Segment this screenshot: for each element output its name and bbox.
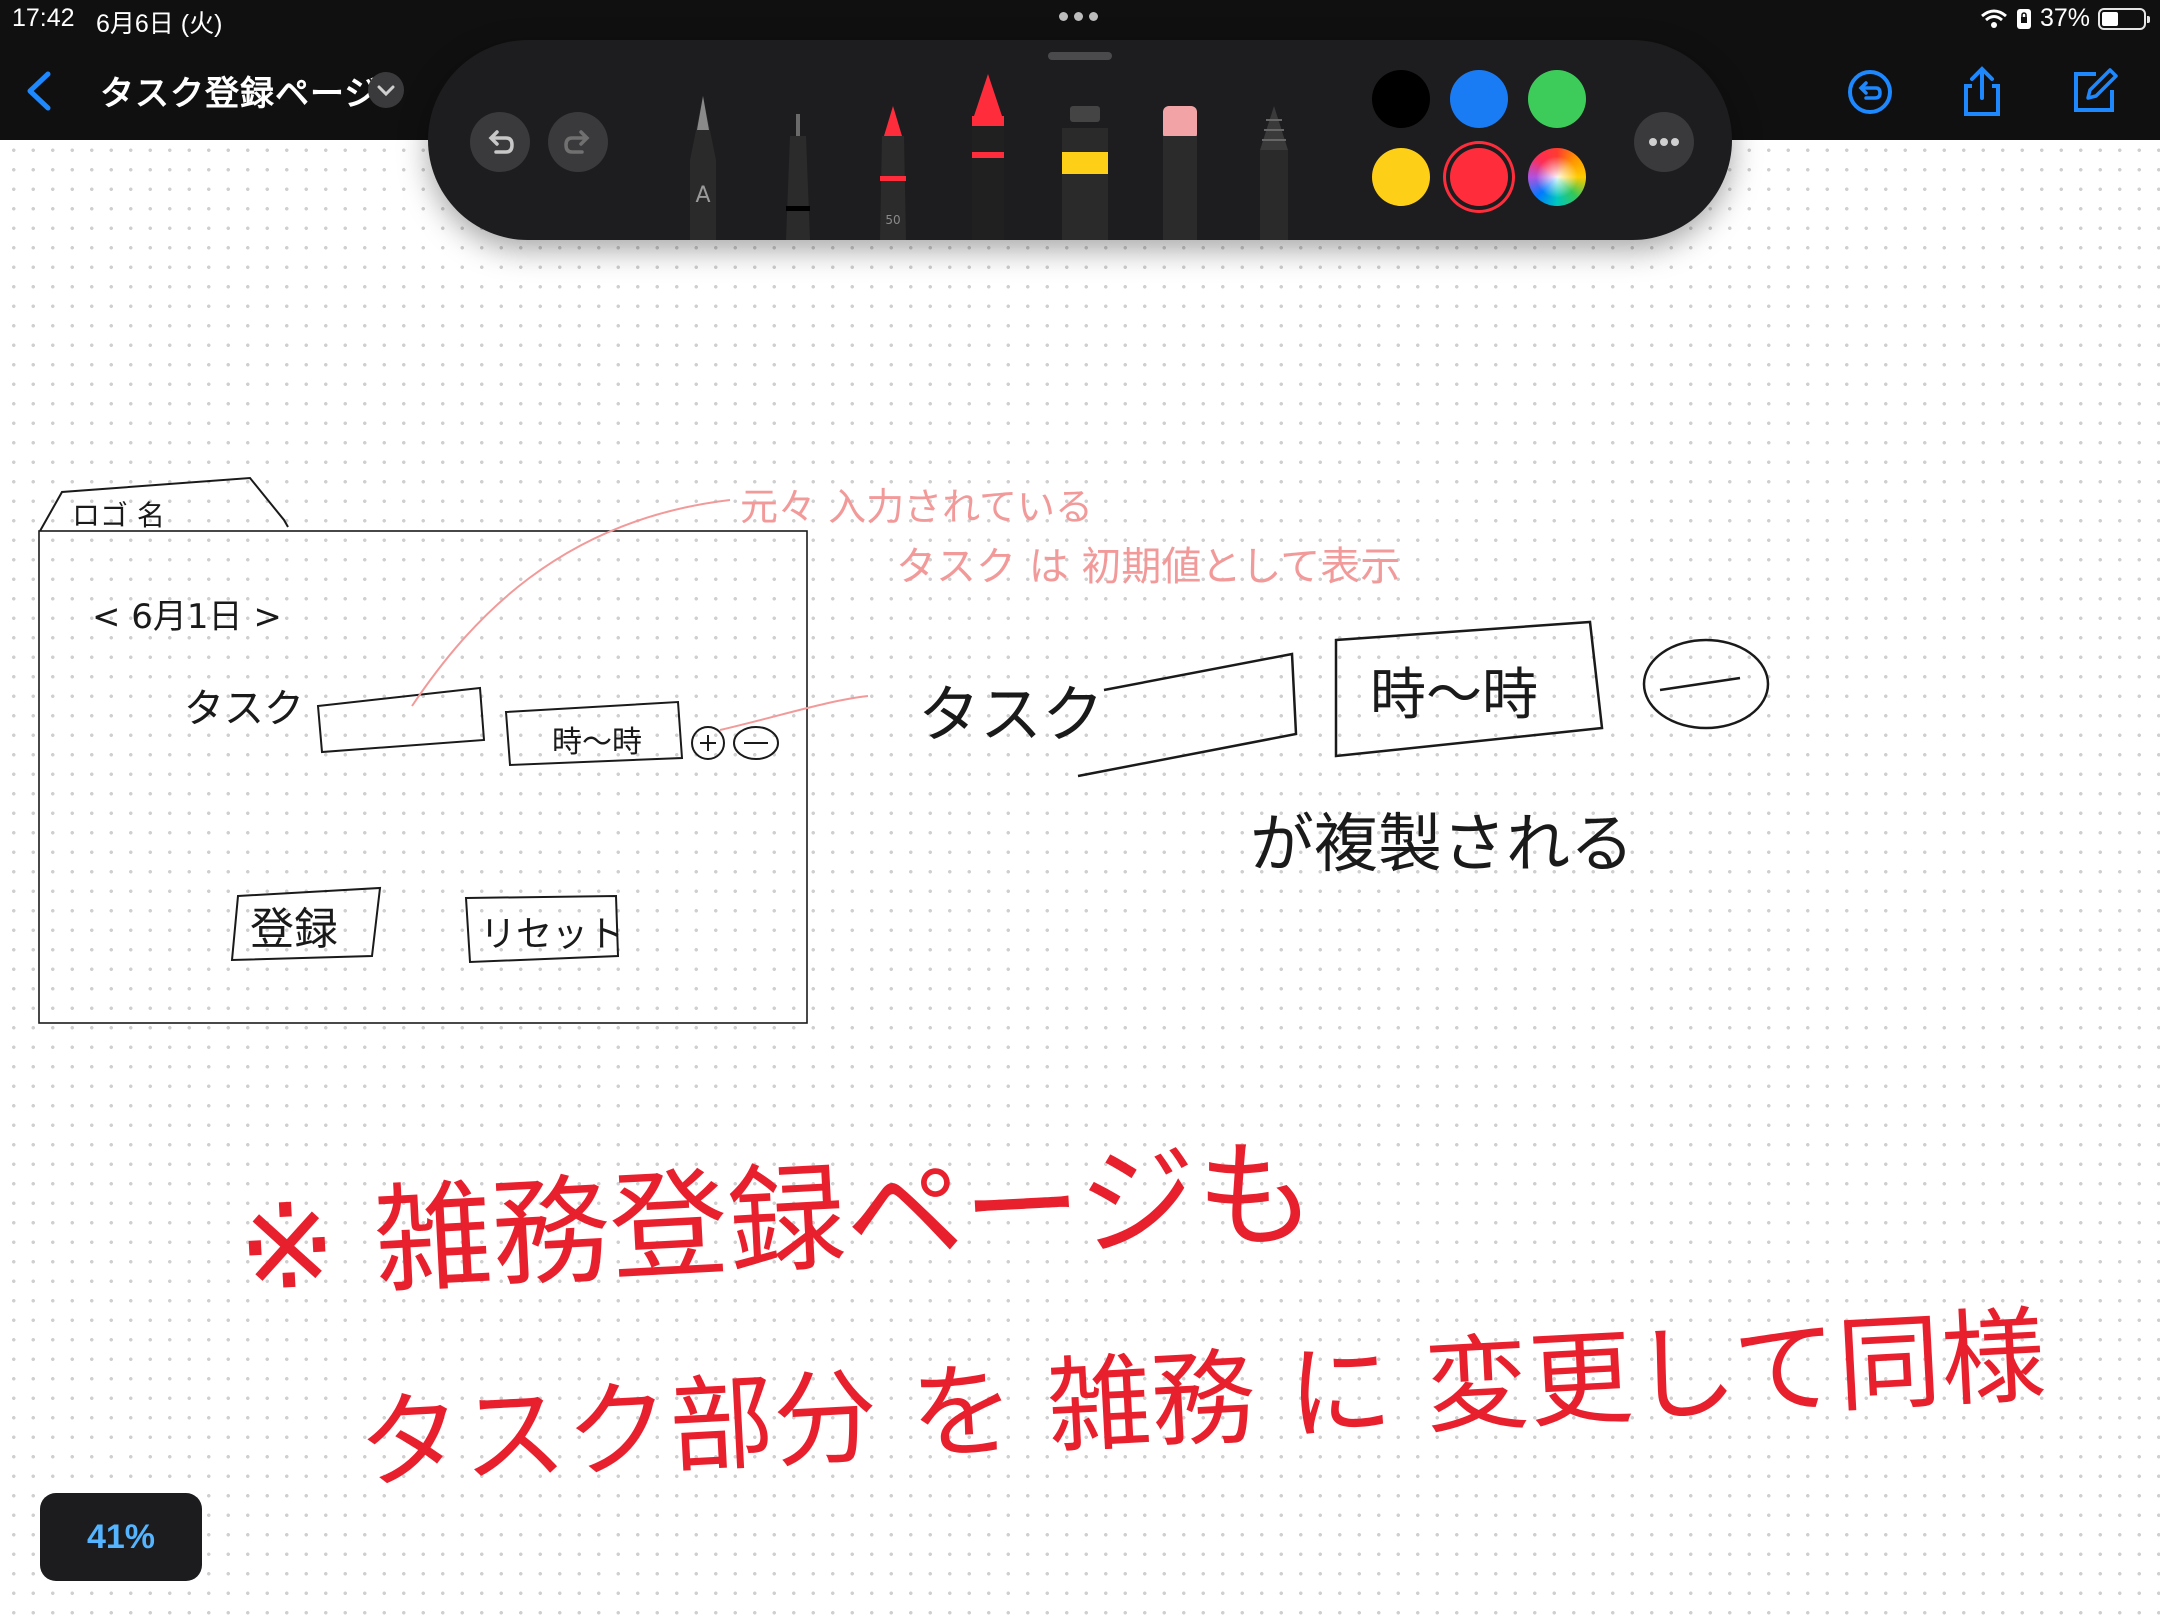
- title-menu-button[interactable]: [368, 72, 404, 108]
- back-chevron-icon[interactable]: [18, 66, 62, 116]
- status-right: 37%: [1980, 4, 2150, 33]
- undo-icon: [488, 130, 514, 154]
- duplicate-note: が複製される: [1250, 808, 1634, 882]
- date-label: < 6月1日 >: [92, 597, 282, 637]
- marker-size: 50: [885, 213, 900, 227]
- big-task-label: タスク: [918, 678, 1104, 751]
- pen-label: A: [695, 183, 710, 208]
- multitasking-dots-icon[interactable]: [1056, 8, 1104, 32]
- zoom-level-badge: 41%: [40, 1493, 202, 1581]
- red-note-line-2: タスク部分 を 雑務 に 変更して同様: [355, 1295, 2048, 1505]
- color-swatch-black[interactable]: [1372, 70, 1430, 128]
- tool-palette: A 50: [428, 40, 1732, 240]
- new-note-icon[interactable]: [2066, 64, 2122, 120]
- red-note-line-1: ※ 雑務登録ページも: [234, 1124, 1318, 1318]
- big-minus-h: [1659, 676, 1741, 692]
- palette-grabber[interactable]: [1048, 52, 1112, 60]
- share-icon[interactable]: [1954, 64, 2010, 120]
- document-title[interactable]: タスク登録ページ: [100, 66, 379, 115]
- task-label: タスク: [184, 686, 304, 732]
- orientation-lock-icon: [2016, 8, 2031, 29]
- crayon-tool[interactable]: [960, 70, 1016, 240]
- pink-note-2: タスク は 初期値として表示: [896, 544, 1400, 590]
- fineliner-tool[interactable]: [776, 110, 820, 240]
- big-input-sketch: [1077, 652, 1298, 778]
- color-swatch-red-selected[interactable]: [1450, 148, 1508, 206]
- color-swatch-yellow[interactable]: [1372, 148, 1430, 206]
- redo-icon: [564, 130, 590, 154]
- time-label: 時〜時: [552, 725, 642, 760]
- more-options-button[interactable]: [1634, 112, 1694, 172]
- wifi-icon: [1980, 9, 2007, 28]
- battery-percent: 37%: [2039, 4, 2090, 32]
- logo-label: ロゴ 名: [72, 499, 165, 532]
- lasso-tool[interactable]: [1248, 100, 1300, 240]
- pink-note-1: 元々 入力されている: [740, 485, 1093, 529]
- register-label: 登録: [250, 904, 338, 955]
- pink-line-to-big: [719, 695, 869, 731]
- reset-label: リセット: [480, 914, 624, 955]
- redo-button[interactable]: [548, 112, 608, 172]
- big-time-label: 時〜時: [1370, 663, 1538, 728]
- chevron-down-icon: [377, 85, 395, 97]
- status-date: 6月6日 (火): [96, 10, 223, 38]
- watercolor-tool[interactable]: [1052, 100, 1118, 240]
- drawing-canvas[interactable]: ロゴ 名 < 6月1日 > タスク 時〜時 登録 リセット 元々 入力されている…: [0, 0, 2160, 1620]
- color-picker-wheel-icon[interactable]: [1528, 148, 1586, 206]
- color-swatch-green[interactable]: [1528, 70, 1586, 128]
- status-time: 17:42: [12, 4, 75, 32]
- battery-icon: [2098, 7, 2150, 30]
- ellipsis-icon: [1649, 138, 1679, 146]
- history-icon[interactable]: [1842, 64, 1898, 120]
- pen-tool[interactable]: A: [676, 90, 730, 240]
- marker-tool[interactable]: 50: [868, 100, 918, 240]
- undo-button[interactable]: [470, 112, 530, 172]
- eraser-tool[interactable]: [1154, 100, 1206, 240]
- color-swatch-blue[interactable]: [1450, 70, 1508, 128]
- task-input-sketch: [316, 686, 486, 754]
